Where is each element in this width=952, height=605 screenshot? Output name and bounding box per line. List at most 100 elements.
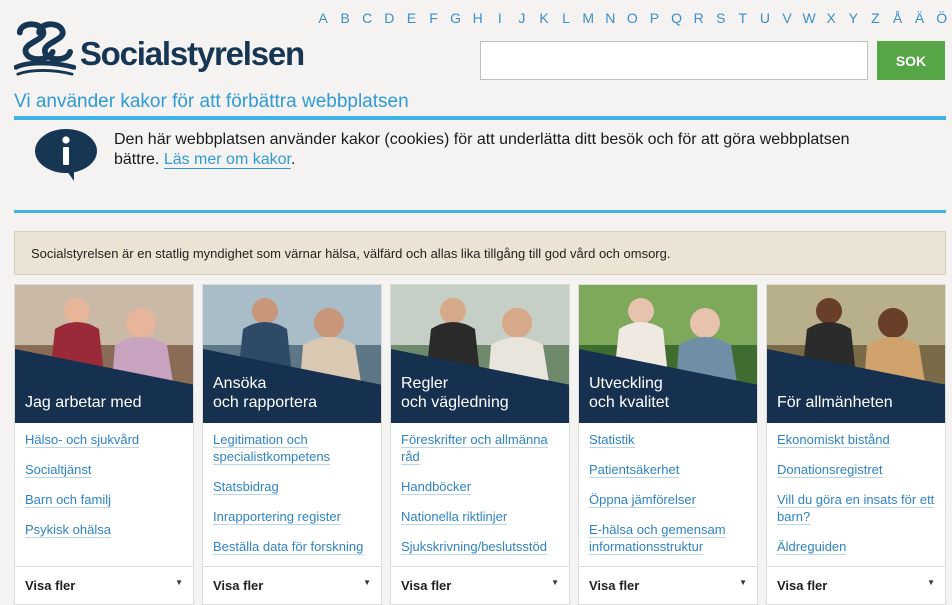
card-link-text: Äldreguiden (777, 539, 847, 555)
card-link-text: Föreskrifter och allmänna råd (401, 432, 548, 465)
alphabet-letter[interactable]: K (533, 10, 555, 26)
card-title-line: och vägledning (401, 394, 509, 411)
show-more-toggle[interactable]: Visa fler ▼ (767, 566, 945, 604)
card-link[interactable]: Sjukskrivning/beslutsstöd (401, 538, 565, 555)
socialstyrelsen-emblem-icon (14, 21, 76, 76)
card-link-text: Patientsäkerhet (589, 462, 680, 478)
card-link[interactable]: Ekonomiskt bistånd (777, 431, 941, 448)
alphabet-letter[interactable]: J (511, 10, 533, 26)
topic-card: Jag arbetar med Hälso- och sjukvård Social… (14, 284, 194, 605)
alphabet-letter[interactable]: E (400, 10, 422, 26)
alphabet-letter[interactable]: B (334, 10, 356, 26)
show-more-toggle[interactable]: Visa fler ▼ (391, 566, 569, 604)
card-link[interactable]: Öppna jämförelser (589, 491, 753, 508)
card-link-text: Hälso- och sjukvård (25, 432, 140, 448)
card-link-text: Legitimation och specialistkompetens (213, 432, 331, 465)
alphabet-letter[interactable]: H (467, 10, 489, 26)
caret-down-icon: ▼ (927, 578, 935, 587)
card-title[interactable]: Utveckling och kvalitet (589, 374, 669, 412)
alphabet-letter[interactable]: P (643, 10, 665, 26)
card-link-text: Statsbidrag (213, 479, 279, 495)
show-more-toggle[interactable]: Visa fler ▼ (203, 566, 381, 604)
topic-card: Ansöka och rapportera Legitimation och spe… (202, 284, 382, 605)
card-title[interactable]: Jag arbetar med (25, 393, 142, 412)
alphabet-letter[interactable]: R (688, 10, 710, 26)
show-more-label: Visa fler (777, 578, 828, 593)
card-link-list: Legitimation och specialistkompetens Stat… (213, 431, 377, 568)
alphabet-letter[interactable]: S (710, 10, 732, 26)
card-title[interactable]: Regler och vägledning (401, 374, 509, 412)
card-link-text: Beställa data för forskning (213, 539, 364, 555)
card-link[interactable]: Barn och familj (25, 491, 189, 508)
card-hero-image[interactable]: Jag arbetar med (15, 285, 193, 423)
card-link-text: Öppna jämförelser (589, 492, 696, 508)
card-hero-image[interactable]: Ansöka och rapportera (203, 285, 381, 423)
card-link-text: Barn och familj (25, 492, 111, 508)
alphabet-letter[interactable]: Ä (909, 10, 931, 26)
card-hero-image[interactable]: Regler och vägledning (391, 285, 569, 423)
card-link-list: Ekonomiskt bistånd Donationsregistret Vill… (777, 431, 941, 568)
show-more-toggle[interactable]: Visa fler ▼ (579, 566, 757, 604)
alphabet-letter[interactable]: M (577, 10, 599, 26)
card-title[interactable]: Ansöka och rapportera (213, 374, 317, 412)
alphabet-letter[interactable]: Å (886, 10, 908, 26)
alphabet-letter[interactable]: I (489, 10, 511, 26)
cookie-notice-title: Vi använder kakor för att förbättra webb… (14, 91, 409, 112)
alphabet-letter[interactable]: Z (864, 10, 886, 26)
card-link[interactable]: Inrapportering register (213, 508, 377, 525)
alphabet-letter[interactable]: O (621, 10, 643, 26)
alphabet-letter[interactable]: U (754, 10, 776, 26)
card-link[interactable]: Patientsäkerhet (589, 461, 753, 478)
alphabet-letter[interactable]: V (776, 10, 798, 26)
alphabet-letter[interactable]: X (820, 10, 842, 26)
card-link[interactable]: Donationsregistret (777, 461, 941, 478)
alphabet-letter[interactable]: F (422, 10, 444, 26)
card-link[interactable]: Föreskrifter och allmänna råd (401, 431, 565, 465)
show-more-label: Visa fler (589, 578, 640, 593)
card-link[interactable]: Statistik (589, 431, 753, 448)
alphabet-letter[interactable]: N (599, 10, 621, 26)
card-title[interactable]: För allmänheten (777, 393, 893, 412)
card-link[interactable]: Psykisk ohälsa (25, 521, 189, 538)
card-link[interactable]: Handböcker (401, 478, 565, 495)
card-link[interactable]: Hälso- och sjukvård (25, 431, 189, 448)
card-hero-image[interactable]: För allmänheten (767, 285, 945, 423)
alphabet-letter[interactable]: Q (666, 10, 688, 26)
alphabet-letter[interactable]: Y (842, 10, 864, 26)
card-link-text: Vill du göra en insats för ett barn? (777, 492, 935, 525)
card-link[interactable]: Beställa data för forskning (213, 538, 377, 555)
alphabet-letter[interactable]: T (732, 10, 754, 26)
alphabet-letter[interactable]: L (555, 10, 577, 26)
card-link-text: Nationella riktlinjer (401, 509, 508, 525)
card-link[interactable]: Äldreguiden (777, 538, 941, 555)
show-more-toggle[interactable]: Visa fler ▼ (15, 566, 193, 604)
card-link[interactable]: Statsbidrag (213, 478, 377, 495)
alphabet-letter[interactable]: D (378, 10, 400, 26)
card-hero-image[interactable]: Utveckling och kvalitet (579, 285, 757, 423)
topic-card: Utveckling och kvalitet Statistik Patientsä… (578, 284, 758, 605)
card-title-line: och kvalitet (589, 394, 670, 411)
card-link-text: Inrapportering register (213, 509, 341, 525)
alphabet-letter[interactable]: Ö (931, 10, 952, 26)
search-input[interactable] (480, 41, 868, 80)
caret-down-icon: ▼ (739, 578, 747, 587)
alphabet-letter[interactable]: W (798, 10, 820, 26)
card-title-line: och rapportera (213, 394, 318, 411)
card-link-text: Handböcker (401, 479, 472, 495)
card-link-list: Hälso- och sjukvård Socialtjänst Barn och … (25, 431, 189, 551)
cookie-divider-top (14, 116, 946, 120)
cookie-read-more-link[interactable]: Läs mer om kakor (163, 151, 291, 169)
cookie-divider-bottom (14, 210, 946, 213)
search-button[interactable]: SOK (877, 41, 945, 80)
alphabet-letter[interactable]: A (312, 10, 334, 26)
card-title-line: Ansöka (213, 375, 267, 392)
card-link-text: Sjukskrivning/beslutsstöd (401, 539, 547, 555)
site-logo[interactable]: Socialstyrelsen (14, 16, 305, 80)
card-link[interactable]: Socialtjänst (25, 461, 189, 478)
card-link[interactable]: Legitimation och specialistkompetens (213, 431, 377, 465)
card-link[interactable]: Vill du göra en insats för ett barn? (777, 491, 941, 525)
card-link[interactable]: E-hälsa och gemensam informationsstruktu… (589, 521, 753, 555)
alphabet-letter[interactable]: C (356, 10, 378, 26)
card-link[interactable]: Nationella riktlinjer (401, 508, 565, 525)
alphabet-letter[interactable]: G (445, 10, 467, 26)
